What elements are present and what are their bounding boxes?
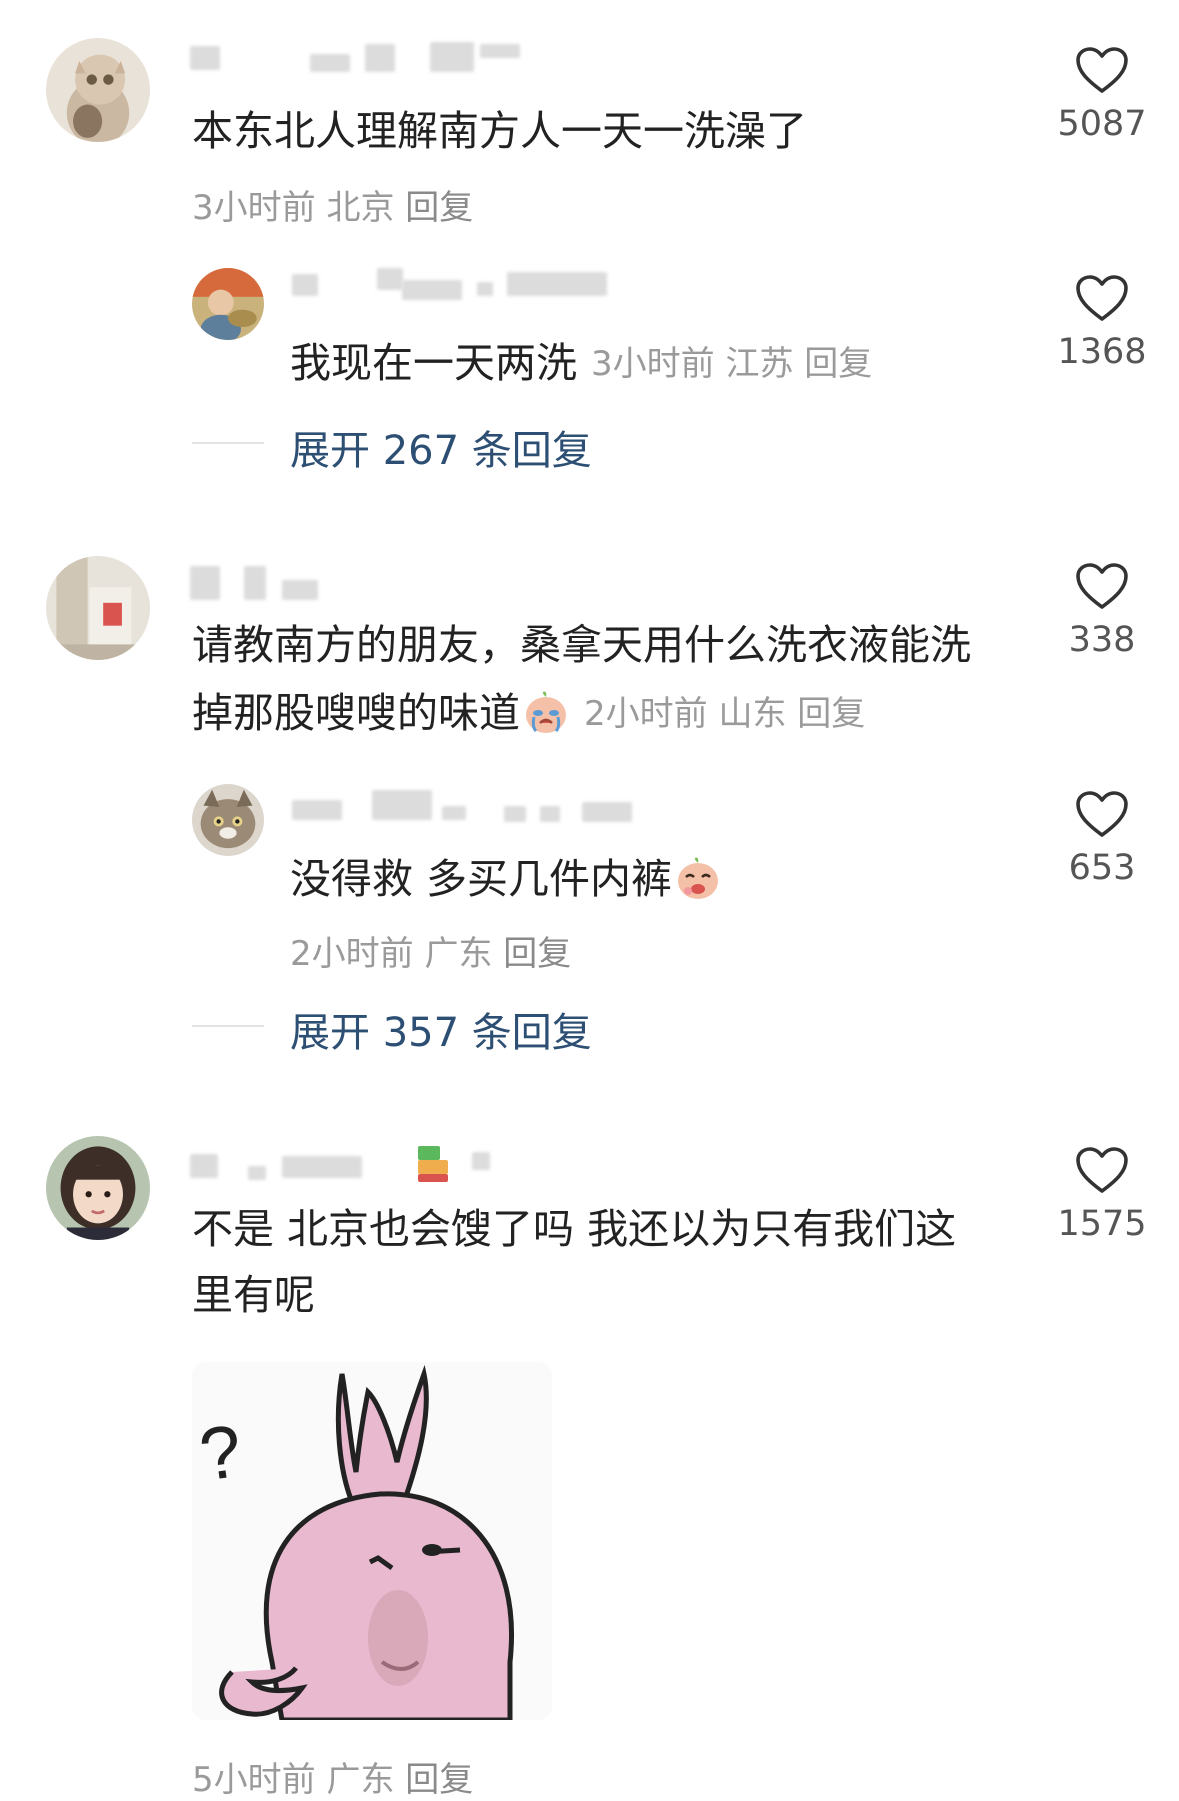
comment-body: 掉那股嗖嗖的味道: [192, 689, 520, 737]
comment-time: 2小时前: [290, 934, 414, 974]
reply-button[interactable]: 回复: [405, 188, 473, 228]
comment-time: 5小时前: [192, 1760, 316, 1800]
like-count: 653: [1068, 848, 1136, 888]
reply-button[interactable]: 回复: [797, 694, 865, 734]
avatar[interactable]: [46, 1136, 150, 1240]
reply-button[interactable]: 回复: [804, 344, 872, 384]
heart-icon: [1076, 563, 1128, 609]
username[interactable]: [292, 266, 632, 300]
username[interactable]: [190, 40, 530, 74]
username[interactable]: [190, 566, 350, 600]
comment-text: 我现在一天两洗 3小时前 江苏 回复: [290, 330, 872, 397]
comment-location: 北京: [326, 188, 395, 228]
username[interactable]: [292, 790, 652, 824]
comment-location: 山东: [718, 694, 787, 734]
comment-text: 请教南方的朋友，桑拿天用什么洗衣液能洗: [192, 621, 971, 669]
laughing-peach-emoji: [678, 857, 719, 899]
comment-meta: 3小时前 北京 回复: [192, 180, 473, 229]
comment-text: 本东北人理解南方人一天一洗澡了: [192, 107, 807, 155]
comment-time: 2小时前: [584, 694, 708, 734]
avatar[interactable]: [46, 556, 150, 660]
avatar[interactable]: [192, 268, 264, 340]
heart-icon: [1076, 275, 1128, 321]
reply-button[interactable]: 回复: [405, 1760, 473, 1800]
reply-button[interactable]: 回复: [503, 934, 571, 974]
like-button[interactable]: 1575: [1032, 1146, 1172, 1244]
like-count: 1575: [1057, 1204, 1147, 1244]
comment-meta: 5小时前 广东 回复: [192, 1752, 473, 1801]
like-button[interactable]: 1368: [1032, 274, 1172, 372]
comment-location: 广东: [326, 1760, 395, 1800]
expand-replies-link[interactable]: 展开 357 条回复: [290, 1000, 592, 1058]
like-count: 1368: [1057, 332, 1147, 372]
like-count: 5087: [1057, 104, 1147, 144]
like-button[interactable]: 5087: [1032, 46, 1172, 144]
pink-rabbit-question-sticker[interactable]: ?: [192, 1362, 552, 1720]
crying-peach-emoji: [526, 691, 566, 733]
like-button[interactable]: 338: [1032, 562, 1172, 660]
comment-text: 掉那股嗖嗖的味道 2小时前 山东 回复: [192, 680, 865, 747]
comment-time: 3小时前: [591, 344, 715, 384]
comment-location: 江苏: [725, 344, 794, 384]
comment-body: 没得救 多买几件内裤: [290, 855, 673, 903]
heart-icon: [1076, 1147, 1128, 1193]
avatar[interactable]: [46, 38, 150, 142]
comment-meta: 2小时前 广东 回复: [290, 926, 571, 975]
divider: [192, 1025, 264, 1027]
comment-text: 里有呢: [192, 1271, 315, 1319]
comment-text: 没得救 多买几件内裤: [290, 846, 722, 912]
comment-meta: 2小时前 山东 回复: [584, 694, 865, 734]
divider: [192, 442, 264, 444]
comment-location: 广东: [424, 934, 493, 974]
comment-body: 我现在一天两洗: [290, 339, 577, 387]
heart-icon: [1076, 47, 1128, 93]
comment-meta: 3小时前 江苏 回复: [591, 344, 872, 384]
heart-icon: [1076, 791, 1128, 837]
avatar[interactable]: [192, 784, 264, 856]
comment-text: 不是 北京也会馊了吗 我还以为只有我们这: [192, 1205, 957, 1253]
like-button[interactable]: 653: [1032, 790, 1172, 888]
like-count: 338: [1068, 620, 1136, 660]
username[interactable]: [190, 1146, 510, 1182]
expand-replies-link[interactable]: 展开 267 条回复: [290, 418, 592, 476]
comment-time: 3小时前: [192, 188, 316, 228]
